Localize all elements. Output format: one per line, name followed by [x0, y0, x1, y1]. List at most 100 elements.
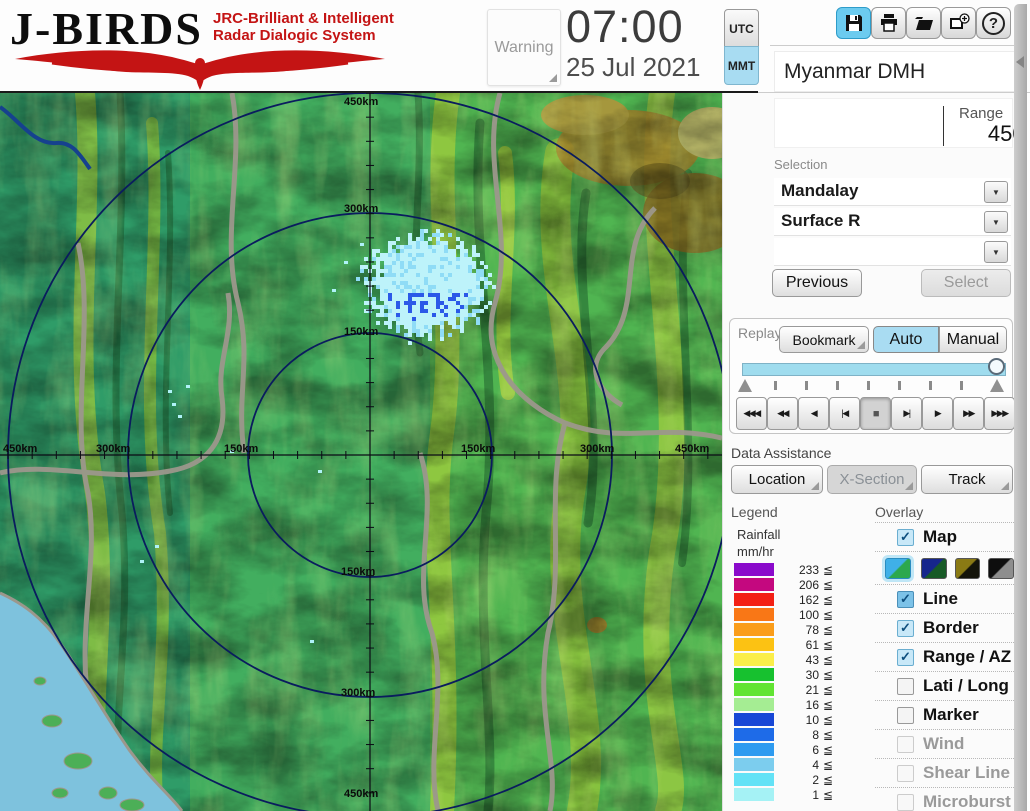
playback-button-9[interactable]: ▶▶▶	[984, 397, 1015, 430]
legend-row: 4≦	[734, 758, 852, 771]
legend-value: 10	[774, 713, 819, 727]
legend-value: 1	[774, 788, 819, 802]
tagline-line1: JRC-Brilliant & Intelligent	[213, 10, 394, 27]
playback-button-2[interactable]: ◀◀	[767, 397, 798, 430]
slider-tick	[898, 381, 901, 390]
selection-dropdown-1[interactable]: Mandalay▼	[774, 178, 1011, 206]
lte-symbol: ≦	[823, 773, 833, 787]
map-style-1[interactable]	[885, 558, 911, 579]
save-button[interactable]	[836, 7, 871, 39]
open-file-button[interactable]	[906, 7, 941, 39]
manual-button[interactable]: Manual	[939, 326, 1007, 353]
playback-button-7[interactable]: ▶	[922, 397, 953, 430]
checkbox-wind	[897, 736, 914, 753]
select-button[interactable]: Select	[921, 269, 1011, 297]
utc-toggle-button[interactable]: UTC	[724, 9, 759, 48]
slider-start-marker[interactable]	[738, 379, 752, 392]
overlay-row-shear-line: Shear Line	[875, 759, 1014, 788]
overlay-row-border: ✓Border	[875, 614, 1014, 643]
lte-symbol: ≦	[823, 623, 833, 637]
app-logo-tagline: JRC-Brilliant & Intelligent Radar Dialog…	[213, 10, 394, 44]
chevron-down-icon[interactable]: ▼	[984, 181, 1008, 203]
bookmark-button[interactable]: Bookmark	[779, 326, 869, 353]
legend-color-swatch	[734, 743, 774, 756]
previous-button[interactable]: Previous	[772, 269, 862, 297]
legend-color-swatch	[734, 773, 774, 786]
legend-row: 233≦	[734, 563, 852, 576]
station-name-field[interactable]: Myanmar DMH	[774, 51, 1021, 92]
lte-symbol: ≦	[823, 638, 833, 652]
range-label-7: 450km	[3, 443, 37, 455]
replay-slider-handle[interactable]	[988, 358, 1005, 375]
lte-symbol: ≦	[823, 563, 833, 577]
mmt-toggle-button[interactable]: MMT	[724, 46, 759, 85]
playback-button-5[interactable]: ■	[860, 397, 891, 430]
legend-color-swatch	[734, 698, 774, 711]
legend-color-swatch	[734, 563, 774, 576]
legend-row: 6≦	[734, 743, 852, 756]
slider-tick	[805, 381, 808, 390]
overlay-label: Shear Line	[923, 763, 1010, 783]
map-style-4[interactable]	[988, 558, 1014, 579]
selection-dropdown-3[interactable]: ▼	[774, 238, 1011, 266]
x-section-button[interactable]: X-Section	[827, 465, 917, 494]
selection-dropdown-2[interactable]: Surface R ▼	[774, 208, 1011, 236]
track-button[interactable]: Track	[921, 465, 1013, 494]
chevron-down-icon[interactable]: ▼	[984, 241, 1008, 263]
playback-button-6[interactable]: ▶|	[891, 397, 922, 430]
location-button[interactable]: Location	[731, 465, 823, 494]
checkbox-marker[interactable]	[897, 707, 914, 724]
range-label-8: 300km	[96, 443, 130, 455]
add-image-button[interactable]	[941, 7, 976, 39]
radar-map[interactable]: 450km300km150km150km300km450km450km300km…	[0, 93, 722, 811]
legend-value: 162	[774, 593, 819, 607]
lte-symbol: ≦	[823, 788, 833, 802]
checkbox-lati-long[interactable]	[897, 678, 914, 695]
overlay-row-lati-long: Lati / Long	[875, 672, 1014, 701]
replay-slider-track[interactable]	[742, 363, 1006, 376]
legend-color-swatch	[734, 623, 774, 636]
dropdown-value: Surface R	[781, 211, 860, 231]
map-style-swatches	[875, 552, 1014, 585]
overlay-row-map: ✓Map	[875, 523, 1014, 552]
checkbox-range-az[interactable]: ✓	[897, 649, 914, 666]
legend-row: 100≦	[734, 608, 852, 621]
tagline-line2: Radar Dialogic System	[213, 27, 394, 44]
range-label-10: 150km	[461, 443, 495, 455]
panel-collapse-strip[interactable]	[1014, 4, 1027, 811]
checkbox-microburst	[897, 794, 914, 811]
auto-button[interactable]: Auto	[873, 326, 939, 353]
playback-button-1[interactable]: ◀◀◀	[736, 397, 767, 430]
checkbox-map[interactable]: ✓	[897, 529, 914, 546]
legend-value: 8	[774, 728, 819, 742]
legend-row: 162≦	[734, 593, 852, 606]
range-box: Range 450 km	[774, 98, 1013, 148]
header: J-BIRDS JRC-Brilliant & Intelligent Rada…	[0, 0, 1030, 93]
slider-end-marker[interactable]	[990, 379, 1004, 392]
slider-tick	[836, 381, 839, 390]
playback-button-3[interactable]: ◀	[798, 397, 829, 430]
warning-button[interactable]: Warning	[487, 9, 561, 86]
legend-row: 61 ≦	[734, 638, 852, 651]
lte-symbol: ≦	[823, 758, 833, 772]
overlay-options: ✓Map✓Line✓Border✓Range / AZLati / LongMa…	[875, 522, 1014, 811]
help-button[interactable]: ?	[976, 7, 1011, 39]
slider-tick	[960, 381, 963, 390]
map-style-3[interactable]	[955, 558, 981, 579]
overlay-label: Microburst	[923, 792, 1011, 811]
range-label-3: 150km	[344, 326, 378, 338]
checkbox-line[interactable]: ✓	[897, 591, 914, 608]
range-label-1: 450km	[344, 96, 378, 108]
legend-value: 61	[774, 638, 819, 652]
checkbox-border[interactable]: ✓	[897, 620, 914, 637]
playback-button-8[interactable]: ▶▶	[953, 397, 984, 430]
lte-symbol: ≦	[823, 578, 833, 592]
range-label-4: 150km	[341, 566, 375, 578]
playback-button-4[interactable]: |◀	[829, 397, 860, 430]
overlay-label: Wind	[923, 734, 964, 754]
map-style-2[interactable]	[921, 558, 947, 579]
legend-value: 206	[774, 578, 819, 592]
slider-tick	[774, 381, 777, 390]
chevron-down-icon[interactable]: ▼	[984, 211, 1008, 233]
print-button[interactable]	[871, 7, 906, 39]
